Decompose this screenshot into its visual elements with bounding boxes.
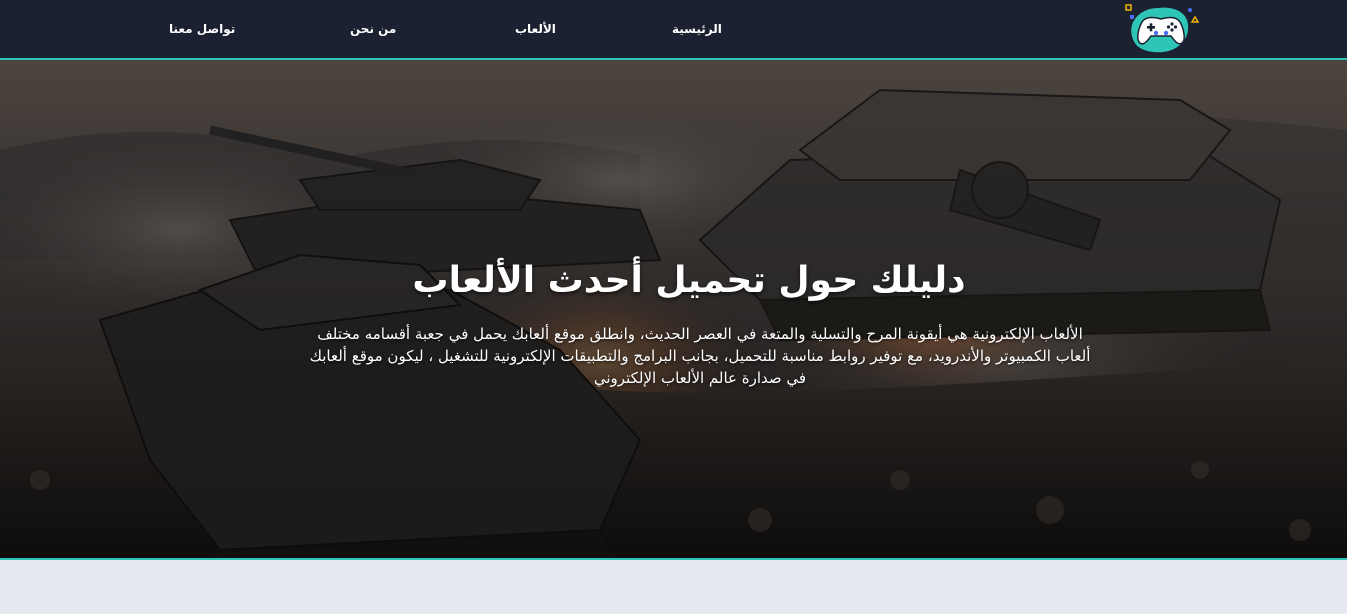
nav-link-home[interactable]: الرئيسية xyxy=(672,21,722,37)
hero-description: الألعاب الإلكترونية هي أيقونة المرح والت… xyxy=(309,325,1091,387)
hero-section: دليلك حول تحميل أحدث الألعاب الألعاب الإ… xyxy=(0,60,1347,560)
page-body-area xyxy=(0,562,1347,614)
nav-link-about[interactable]: من نحن xyxy=(350,21,396,37)
site-logo[interactable] xyxy=(1120,2,1202,56)
nav-link-games[interactable]: الألعاب xyxy=(515,21,556,37)
hero-title: دليلك حول تحميل أحدث الألعاب xyxy=(412,260,966,301)
gamepad-icon xyxy=(1125,4,1200,53)
hero-overlay xyxy=(0,60,1347,558)
navbar: الرئيسية الألعاب من نحن تواصل معنا xyxy=(0,0,1347,60)
nav-link-contact[interactable]: تواصل معنا xyxy=(169,21,235,37)
